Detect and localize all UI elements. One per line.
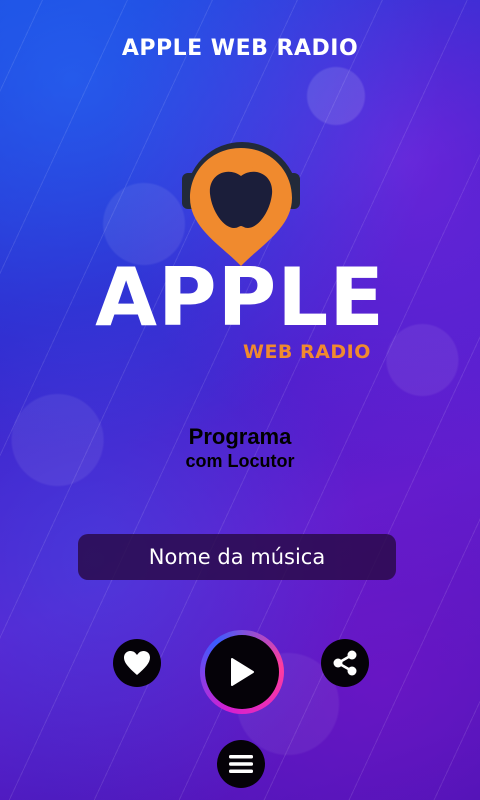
play-button-ring[interactable]	[200, 630, 284, 714]
share-button[interactable]	[321, 639, 369, 687]
program-host: com Locutor	[185, 451, 295, 471]
logo-wordmark: APPLE	[95, 251, 385, 344]
now-playing-box: Nome da música	[78, 534, 396, 580]
app-title: APPLE WEB RADIO	[121, 36, 359, 61]
play-icon	[231, 658, 254, 686]
favorite-button[interactable]	[113, 639, 161, 687]
song-title: Nome da música	[148, 545, 326, 569]
program-info: Programa com Locutor	[0, 424, 480, 472]
share-icon	[333, 650, 357, 676]
menu-icon	[229, 755, 253, 773]
heart-icon	[124, 651, 150, 675]
program-name: Programa	[188, 424, 292, 449]
menu-button[interactable]	[217, 740, 265, 788]
play-button[interactable]	[205, 635, 279, 709]
logo-subtitle: WEB RADIO	[243, 341, 371, 363]
